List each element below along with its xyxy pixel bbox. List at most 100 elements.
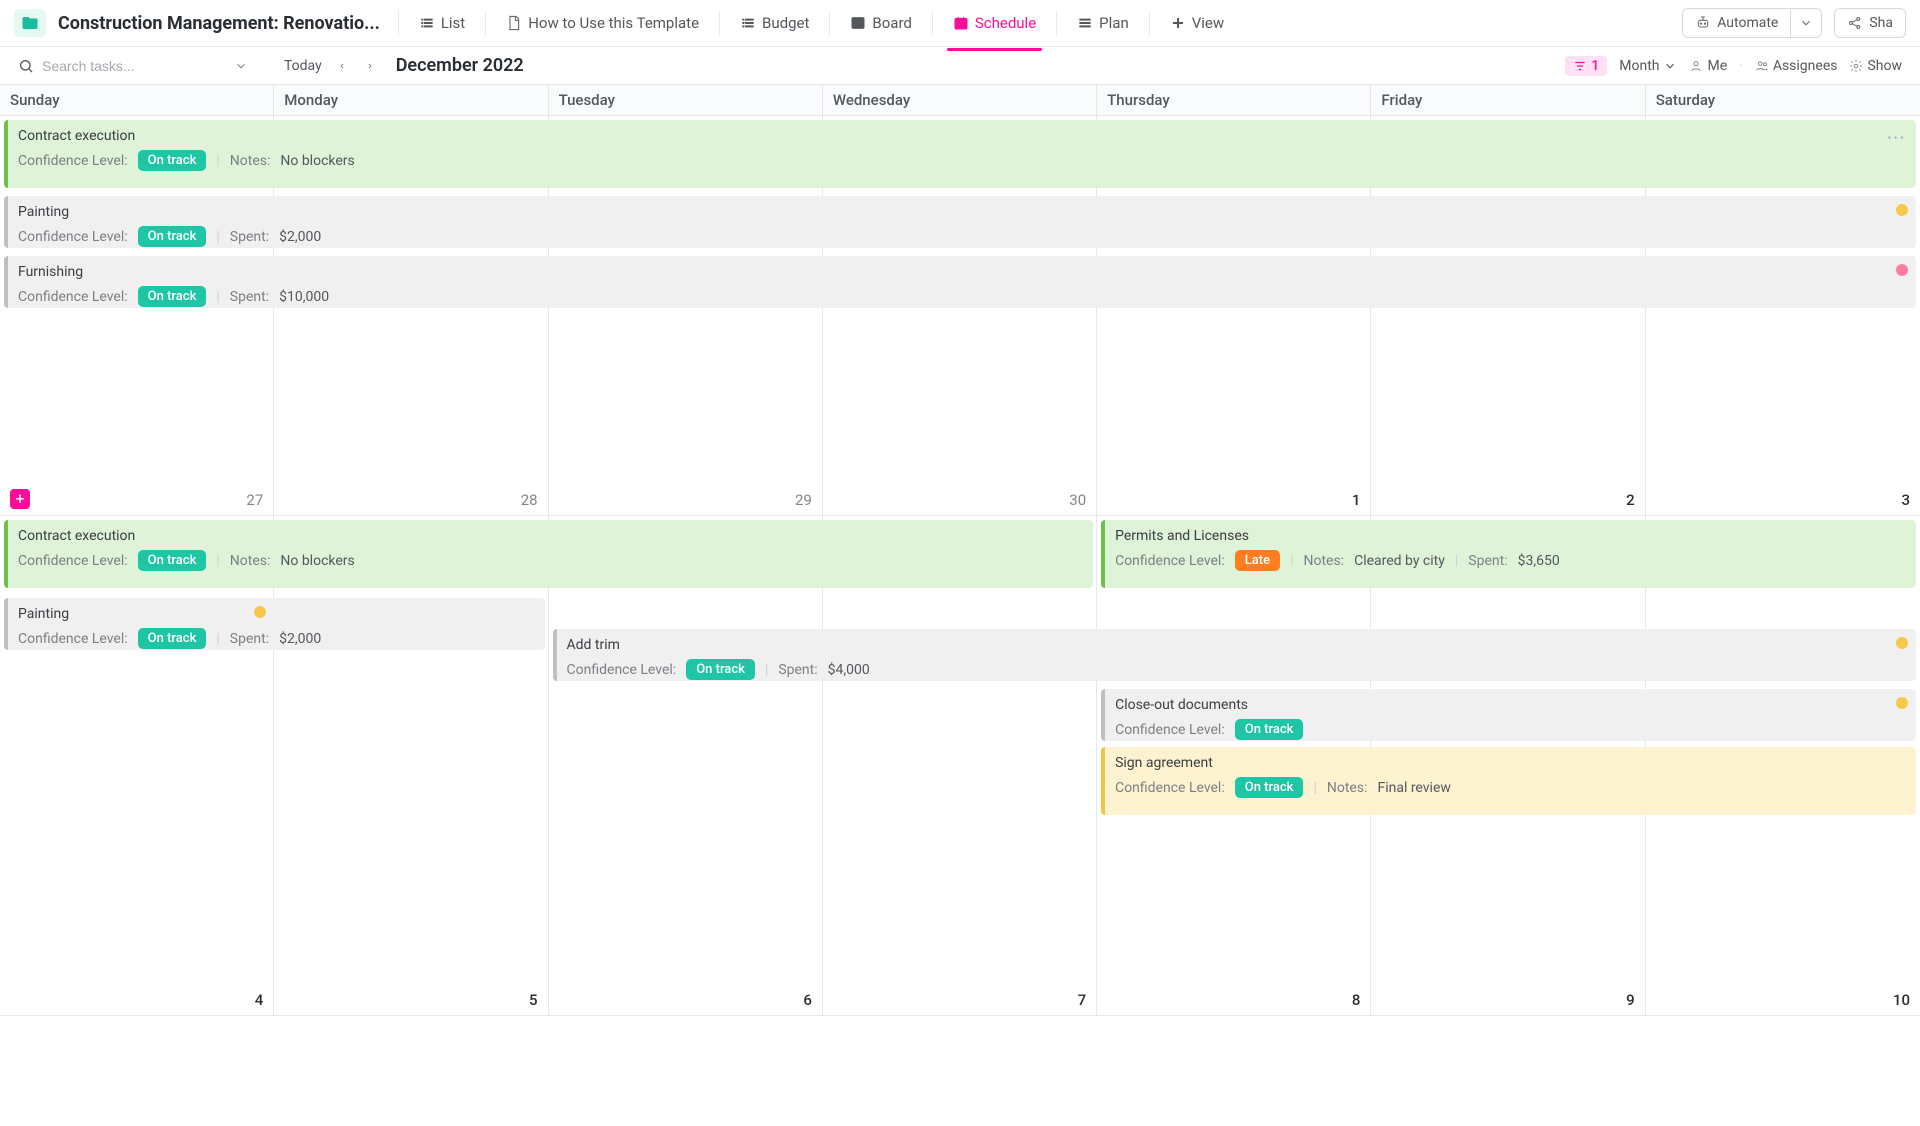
confidence-label: Confidence Level: (1115, 722, 1225, 738)
divider (829, 11, 830, 35)
spent-label: Spent: (778, 662, 817, 678)
divider (398, 11, 399, 35)
week-row: 4 5 6 7 8 9 10 Contract execution Confid… (0, 516, 1920, 1016)
month-selector[interactable]: Month (1619, 58, 1677, 74)
day-monday: Monday (274, 85, 548, 115)
event-close-out-documents[interactable]: Close-out documents Confidence Level: On… (1101, 689, 1916, 741)
confidence-label: Confidence Level: (18, 553, 128, 569)
spent-label: Spent: (230, 631, 269, 647)
divider (932, 11, 933, 35)
tab-list[interactable]: List (409, 8, 475, 38)
tab-plan[interactable]: Plan (1067, 8, 1139, 38)
search-input[interactable] (42, 58, 226, 74)
me-button[interactable]: Me (1689, 58, 1727, 74)
automate-dropdown[interactable] (1791, 8, 1822, 38)
chevron-down-icon (1663, 59, 1677, 73)
spent-value: $2,000 (279, 631, 321, 647)
users-icon (1755, 59, 1769, 73)
next-month-icon[interactable] (362, 58, 378, 74)
day-friday: Friday (1371, 85, 1645, 115)
day-saturday: Saturday (1646, 85, 1920, 115)
chevron-down-icon (1799, 16, 1813, 30)
day-wednesday: Wednesday (823, 85, 1097, 115)
gear-icon (1849, 59, 1863, 73)
automate-button[interactable]: Automate (1682, 8, 1791, 38)
search-icon (18, 58, 34, 74)
show-button[interactable]: Show (1849, 58, 1902, 74)
notes-value: Final review (1377, 780, 1450, 796)
event-painting[interactable]: Painting Confidence Level: On track | Sp… (4, 598, 545, 650)
confidence-label: Confidence Level: (18, 631, 128, 647)
event-permits-licenses[interactable]: Permits and Licenses Confidence Level: L… (1101, 520, 1916, 588)
event-title: Furnishing (18, 264, 1906, 280)
filter-count: 1 (1591, 58, 1599, 74)
today-button[interactable]: Today (284, 58, 322, 74)
event-contract-execution[interactable]: Contract execution Confidence Level: On … (4, 520, 1093, 588)
divider (485, 11, 486, 35)
week-row: + 27 28 29 30 1 2 3 Contract execution C… (0, 116, 1920, 516)
spent-label: Spent: (230, 229, 269, 245)
event-sign-agreement[interactable]: Sign agreement Confidence Level: On trac… (1101, 747, 1916, 815)
search-wrap (18, 58, 248, 74)
robot-icon (1695, 15, 1711, 31)
month-label: December 2022 (396, 55, 524, 76)
status-dot-icon (1896, 637, 1908, 649)
notes-label: Notes: (230, 153, 271, 169)
event-title: Sign agreement (1115, 755, 1906, 771)
calendar: + 27 28 29 30 1 2 3 Contract execution C… (0, 116, 1920, 1016)
event-title: Contract execution (18, 528, 1083, 544)
spent-value: $3,650 (1518, 553, 1560, 569)
search-dropdown-icon[interactable] (234, 59, 248, 73)
tab-list-label: List (441, 14, 465, 32)
tab-view-add[interactable]: View (1160, 8, 1234, 38)
tab-view-label: View (1192, 14, 1224, 32)
status-dot-icon (1896, 697, 1908, 709)
assignees-button[interactable]: Assignees (1755, 58, 1838, 74)
confidence-label: Confidence Level: (18, 229, 128, 245)
notes-value: No blockers (280, 153, 354, 169)
status-pill: On track (1235, 777, 1304, 798)
event-painting[interactable]: Painting Confidence Level: On track | Sp… (4, 196, 1916, 248)
status-dot-icon (1896, 264, 1908, 276)
tab-board[interactable]: Board (840, 8, 921, 38)
event-contract-execution[interactable]: Contract execution Confidence Level: On … (4, 120, 1916, 188)
status-pill: On track (138, 150, 207, 171)
notes-label: Notes: (1303, 553, 1344, 569)
tab-plan-label: Plan (1099, 14, 1129, 32)
status-dot-icon (1896, 204, 1908, 216)
user-icon (1689, 59, 1703, 73)
filter-badge[interactable]: 1 (1565, 56, 1607, 76)
confidence-label: Confidence Level: (1115, 780, 1225, 796)
confidence-label: Confidence Level: (567, 662, 677, 678)
status-pill: On track (138, 550, 207, 571)
share-icon (1847, 15, 1863, 31)
confidence-label: Confidence Level: (18, 289, 128, 305)
page-title[interactable]: Construction Management: Renovatio... (58, 13, 380, 34)
event-title: Contract execution (18, 128, 1906, 144)
confidence-label: Confidence Level: (18, 153, 128, 169)
divider (1149, 11, 1150, 35)
event-furnishing[interactable]: Furnishing Confidence Level: On track | … (4, 256, 1916, 308)
confidence-label: Confidence Level: (1115, 553, 1225, 569)
spent-value: $4,000 (828, 662, 870, 678)
notes-label: Notes: (230, 553, 271, 569)
folder-icon[interactable] (14, 9, 46, 37)
tab-budget[interactable]: Budget (730, 8, 819, 38)
status-pill: On track (138, 628, 207, 649)
share-button[interactable]: Sha (1834, 8, 1906, 38)
event-menu-icon[interactable]: ··· (1887, 130, 1906, 146)
status-pill: On track (138, 286, 207, 307)
tab-howto[interactable]: How to Use this Template (496, 8, 709, 38)
prev-month-icon[interactable] (334, 58, 350, 74)
spent-value: $2,000 (279, 229, 321, 245)
event-title: Permits and Licenses (1115, 528, 1906, 544)
status-pill: On track (1235, 719, 1304, 740)
event-title: Close-out documents (1115, 697, 1906, 713)
status-pill: Late (1235, 550, 1280, 571)
automate-group: Automate (1682, 8, 1822, 38)
share-label: Sha (1869, 15, 1893, 31)
notes-label: Notes: (1327, 780, 1368, 796)
tab-howto-label: How to Use this Template (528, 14, 699, 32)
event-add-trim[interactable]: Add trim Confidence Level: On track | Sp… (553, 629, 1916, 681)
tab-schedule[interactable]: Schedule (943, 8, 1046, 38)
